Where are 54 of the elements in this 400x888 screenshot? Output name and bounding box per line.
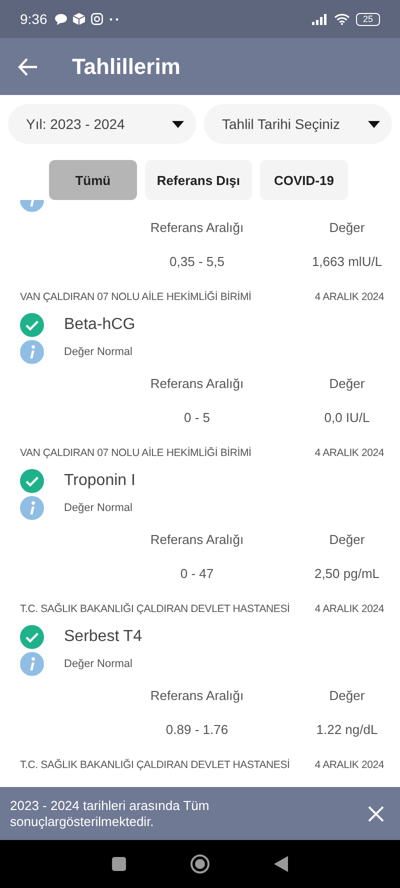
column-label: Değer: [328, 688, 366, 703]
chat-icon: [55, 14, 68, 24]
column-label: Değer: [328, 376, 366, 391]
filter-tab[interactable]: Tümü: [48, 160, 137, 200]
result-value: 1,663 mlU/L: [310, 254, 384, 269]
column-label: Referans Aralığı: [149, 376, 245, 391]
result-date: 4 ARALIK 2024: [314, 291, 384, 305]
column-label: Değer: [328, 220, 366, 235]
wifi-icon: [334, 13, 350, 25]
hospital-name: VAN ÇALDIRAN 07 NOLU AİLE HEKİMLİĞİ BİRİMİ: [20, 291, 252, 305]
hospital-name: T.C. SAĞLIK BAKANLIĞI ÇALDIRAN DEVLET HASTANESİ: [20, 759, 290, 773]
status-time: 9:36: [20, 11, 48, 27]
reference-range: 0.89 - 1.76: [164, 722, 230, 737]
hospital-name: VAN ÇALDIRAN 07 NOLU AİLE HEKİMLİĞİ BİRİMİ: [20, 447, 252, 461]
result-status: Değer Normal: [64, 346, 132, 358]
battery-icon: 25: [356, 12, 380, 26]
hospital-name: T.C. SAĞLIK BAKANLIĞI ÇALDIRAN DEVLET HASTANESİ: [20, 603, 290, 617]
test-name: Serbest T4: [64, 628, 142, 646]
more-icon: [109, 18, 120, 20]
caret-icon: [172, 120, 184, 128]
reference-range: 0 - 47: [179, 566, 215, 581]
test-name: Beta-hCG: [64, 316, 136, 334]
result-value: 1.22 ng/dL: [315, 722, 379, 737]
result-status: Değer Normal: [64, 658, 132, 670]
result-date: 4 ARALIK 2024: [314, 603, 384, 617]
filter-tab[interactable]: Referans Dışı: [144, 160, 252, 200]
result-status: Değer Normal: [64, 502, 132, 514]
reference-range: 0,35 - 5,5: [168, 254, 226, 269]
check-icon: [20, 313, 44, 337]
filter-tab[interactable]: COVID-19: [260, 160, 348, 200]
column-label: Referans Aralığı: [149, 220, 245, 235]
home-button[interactable]: [190, 854, 210, 874]
back-nav-button[interactable]: [274, 856, 288, 872]
result-date: 4 ARALIK 2024: [314, 759, 384, 773]
column-label: Referans Aralığı: [149, 532, 245, 547]
filter-dropdown[interactable]: Tahlil Tarihi Seçiniz: [204, 104, 392, 144]
result-value: 0,0 IU/L: [323, 410, 371, 425]
snackbar-message: 2023 - 2024 tarihleri arasında Tüm sonuçlargösterilmektedir.: [10, 798, 210, 830]
column-label: Değer: [328, 532, 366, 547]
check-icon: [20, 469, 44, 493]
result-value: 2,50 pg/mL: [313, 566, 381, 581]
filter-dropdown[interactable]: Yıl: 2023 - 2024: [8, 104, 196, 144]
test-name: Troponin I: [64, 472, 136, 490]
caret-icon: [368, 120, 380, 128]
page-title: Tahlillerim: [72, 54, 180, 80]
signal-icon: [312, 14, 328, 24]
result-date: 4 ARALIK 2024: [314, 447, 384, 461]
camera-icon: [91, 13, 104, 25]
cube-icon: [73, 13, 86, 25]
recents-button[interactable]: [112, 857, 126, 871]
back-button[interactable]: [18, 58, 38, 76]
check-icon: [20, 625, 44, 649]
column-label: Referans Aralığı: [149, 688, 245, 703]
reference-range: 0 - 5: [182, 410, 211, 425]
